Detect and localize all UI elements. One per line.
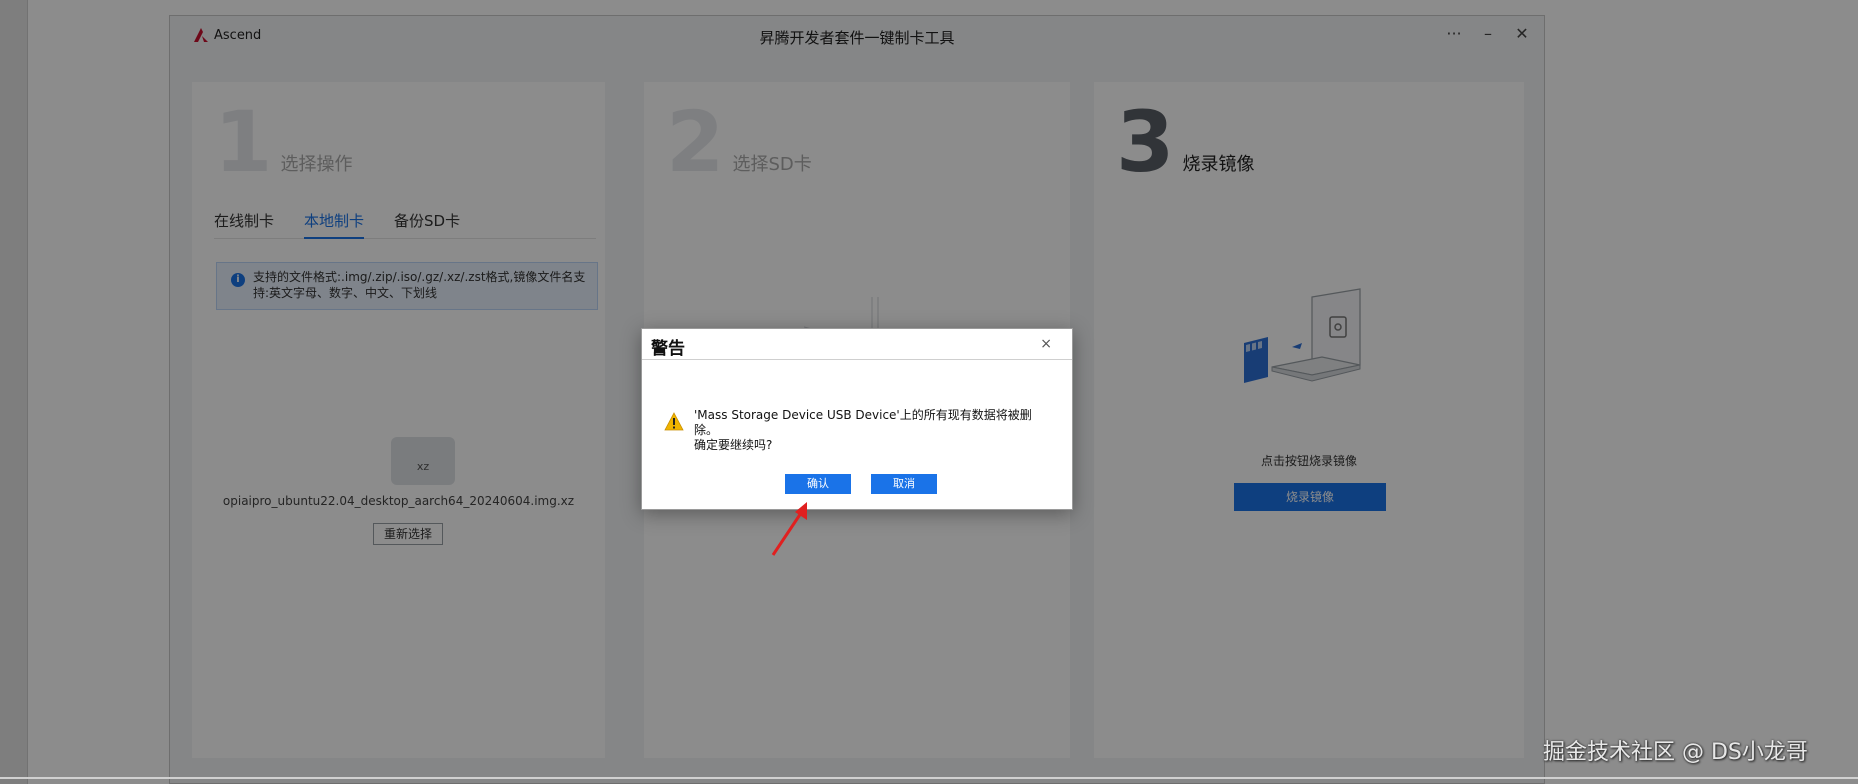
red-arrow-annotation-icon (771, 502, 807, 556)
dialog-header: 警告 × (642, 329, 1072, 360)
watermark-text: 掘金技术社区 @ DS小龙哥 (1543, 740, 1808, 765)
warning-icon (664, 412, 684, 431)
dialog-message-line1: 'Mass Storage Device USB Device'上的所有现有数据… (694, 408, 1032, 437)
dialog-message: 'Mass Storage Device USB Device'上的所有现有数据… (694, 408, 1054, 453)
warning-dialog: 警告 × 'Mass Storage Device USB Device'上的所… (641, 328, 1073, 510)
cancel-button[interactable]: 取消 (871, 474, 937, 494)
dialog-close-icon[interactable]: × (1040, 336, 1052, 352)
dialog-title: 警告 (651, 339, 685, 359)
page-bottom-edge (0, 777, 1858, 779)
confirm-button[interactable]: 确认 (785, 474, 851, 494)
dialog-message-line2: 确定要继续吗? (694, 438, 773, 452)
